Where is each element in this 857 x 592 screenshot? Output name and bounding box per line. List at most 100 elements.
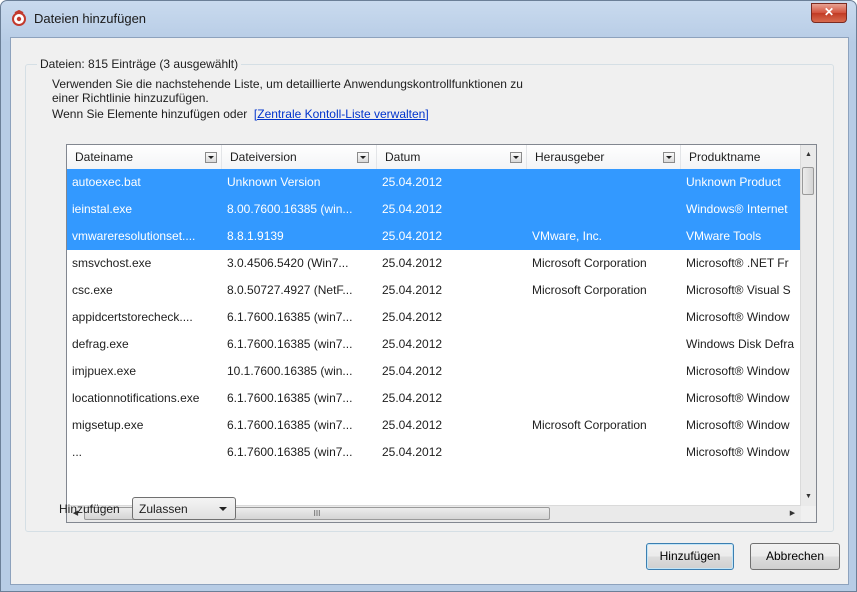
cell-product: VMware Tools xyxy=(686,229,762,243)
table-row[interactable]: migsetup.exe 6.1.7600.16385 (win7... 25.04… xyxy=(67,412,801,439)
column-filter-dropdown-icon[interactable] xyxy=(357,152,369,163)
scroll-up-icon[interactable]: ▲ xyxy=(801,147,816,162)
description-line: einer Richtlinie hinzuzufügen. xyxy=(52,91,209,105)
cell-publisher xyxy=(527,385,681,412)
cell-publisher xyxy=(527,196,681,223)
cell-product: Windows® Internet xyxy=(686,202,788,216)
column-filter-dropdown-icon[interactable] xyxy=(663,152,675,163)
cell-date: 25.04.2012 xyxy=(382,283,443,297)
column-header-datum[interactable]: Datum xyxy=(377,145,527,169)
cell-name: locationnotifications.exe xyxy=(72,391,200,405)
cell-date: 25.04.2012 xyxy=(382,445,443,459)
cell-product: Windows Disk Defra xyxy=(686,337,795,351)
cell-date: 25.04.2012 xyxy=(382,175,443,189)
column-filter-dropdown-icon[interactable] xyxy=(205,152,217,163)
cell-date: 25.04.2012 xyxy=(382,418,443,432)
cell-name: smsvchost.exe xyxy=(72,256,152,270)
cell-publisher: Microsoft Corporation xyxy=(532,283,647,297)
cell-name: ... xyxy=(72,445,83,459)
column-header-herausgeber[interactable]: Herausgeber xyxy=(527,145,681,169)
table-row[interactable]: vmwareresolutionset.... 8.8.1.9139 25.04.2… xyxy=(67,223,801,250)
cell-publisher: Microsoft Corporation xyxy=(532,418,647,432)
description-text: Verwenden Sie die nachstehende Liste, um… xyxy=(52,77,752,121)
table-row[interactable]: imjpuex.exe 10.1.7600.16385 (win... 25.04.… xyxy=(67,358,801,385)
title-bar[interactable]: Dateien hinzufügen ✕ xyxy=(1,1,856,37)
cell-publisher xyxy=(527,358,681,385)
cell-date: 25.04.2012 xyxy=(382,391,443,405)
cell-date: 25.04.2012 xyxy=(382,202,443,216)
files-listview[interactable]: Dateiname Dateiversion Datum Herausgeber… xyxy=(66,144,817,523)
table-row[interactable]: ... 6.1.7600.16385 (win7... 25.04.2012 Micr… xyxy=(67,439,801,466)
cell-product: Microsoft® Visual S xyxy=(686,283,791,297)
cell-name: ieinstal.exe xyxy=(72,202,133,216)
cell-date: 25.04.2012 xyxy=(382,256,443,270)
cell-publisher xyxy=(527,331,681,358)
table-row[interactable]: autoexec.bat Unknown Version 25.04.2012 Unk… xyxy=(67,169,801,196)
cell-version: 6.1.7600.16385 (win7... xyxy=(227,418,353,432)
cell-version: 6.1.7600.16385 (win7... xyxy=(227,310,353,324)
chevron-down-icon[interactable] xyxy=(219,507,227,511)
table-row[interactable]: locationnotifications.exe 6.1.7600.16385 … xyxy=(67,385,801,412)
cell-product: Microsoft® Window xyxy=(686,364,790,378)
cell-product: Microsoft® Window xyxy=(686,418,790,432)
add-mode-label: Hinzufügen xyxy=(59,502,120,516)
vertical-scroll-thumb[interactable] xyxy=(802,167,814,195)
add-button[interactable]: Hinzufügen xyxy=(646,543,734,570)
combo-selected-value: Zulassen xyxy=(139,502,188,516)
scroll-down-icon[interactable]: ▼ xyxy=(801,489,816,504)
cell-name: defrag.exe xyxy=(72,337,129,351)
dialog-window: Dateien hinzufügen ✕ Dateien: 815 Einträ… xyxy=(0,0,857,592)
cell-product: Microsoft® Window xyxy=(686,391,790,405)
cell-date: 25.04.2012 xyxy=(382,229,443,243)
cell-version: 8.00.7600.16385 (win... xyxy=(227,202,353,216)
close-icon: ✕ xyxy=(823,5,835,19)
cell-version: 6.1.7600.16385 (win7... xyxy=(227,445,353,459)
table-row[interactable]: ieinstal.exe 8.00.7600.16385 (win... 25.04… xyxy=(67,196,801,223)
column-header-produktname[interactable]: Produktname xyxy=(681,145,801,169)
cell-date: 25.04.2012 xyxy=(382,310,443,324)
cell-name: imjpuex.exe xyxy=(72,364,137,378)
scroll-right-icon[interactable]: ▶ xyxy=(785,506,800,521)
cell-version: 10.1.7600.16385 (win... xyxy=(227,364,353,378)
description-line: Wenn Sie Elemente hinzufügen oder xyxy=(52,107,248,121)
scrollbar-corner xyxy=(801,506,816,522)
cell-version: 3.0.4506.5420 (Win7... xyxy=(227,256,349,270)
cell-product: Unknown Product xyxy=(686,175,781,189)
cell-product: Microsoft® .NET Fr xyxy=(686,256,789,270)
column-filter-dropdown-icon[interactable] xyxy=(510,152,522,163)
table-row[interactable]: defrag.exe 6.1.7600.16385 (win7... 25.04.2… xyxy=(67,331,801,358)
add-mode-combobox[interactable]: Zulassen xyxy=(132,497,236,520)
cell-version: Unknown Version xyxy=(227,175,321,189)
cell-publisher: Microsoft Corporation xyxy=(532,256,647,270)
list-header: Dateiname Dateiversion Datum Herausgeber… xyxy=(67,145,801,170)
column-header-dateiversion[interactable]: Dateiversion xyxy=(222,145,377,169)
cell-name: csc.exe xyxy=(72,283,113,297)
table-row[interactable]: csc.exe 8.0.50727.4927 (NetF... 25.04.2012… xyxy=(67,277,801,304)
cell-name: appidcertstorecheck.... xyxy=(72,310,193,324)
app-shield-icon xyxy=(12,10,26,26)
cell-publisher xyxy=(527,304,681,331)
files-group-label: Dateien: 815 Einträge (3 ausgewählt) xyxy=(37,57,242,71)
cancel-button[interactable]: Abbrechen xyxy=(750,543,840,570)
cell-version: 8.0.50727.4927 (NetF... xyxy=(227,283,353,297)
cell-version: 6.1.7600.16385 (win7... xyxy=(227,391,353,405)
cell-name: autoexec.bat xyxy=(72,175,141,189)
cell-product: Microsoft® Window xyxy=(686,445,790,459)
cell-version: 6.1.7600.16385 (win7... xyxy=(227,337,353,351)
cell-name: vmwareresolutionset.... xyxy=(72,229,196,243)
cell-publisher xyxy=(527,439,681,466)
cell-product: Microsoft® Window xyxy=(686,310,790,324)
table-row[interactable]: appidcertstorecheck.... 6.1.7600.16385 (w… xyxy=(67,304,801,331)
column-header-dateiname[interactable]: Dateiname xyxy=(67,145,222,169)
description-line: Verwenden Sie die nachstehende Liste, um… xyxy=(52,77,523,91)
window-title: Dateien hinzufügen xyxy=(34,11,147,26)
manage-control-list-link[interactable]: [Zentrale Kontoll-Liste verwalten] xyxy=(254,107,429,121)
cell-date: 25.04.2012 xyxy=(382,364,443,378)
close-button[interactable]: ✕ xyxy=(811,3,847,23)
vertical-scrollbar[interactable]: ▲ ▼ xyxy=(800,145,816,506)
cell-name: migsetup.exe xyxy=(72,418,144,432)
cell-publisher xyxy=(527,169,681,196)
cell-date: 25.04.2012 xyxy=(382,337,443,351)
table-row[interactable]: smsvchost.exe 3.0.4506.5420 (Win7... 25.04… xyxy=(67,250,801,277)
cell-publisher: VMware, Inc. xyxy=(532,229,603,243)
